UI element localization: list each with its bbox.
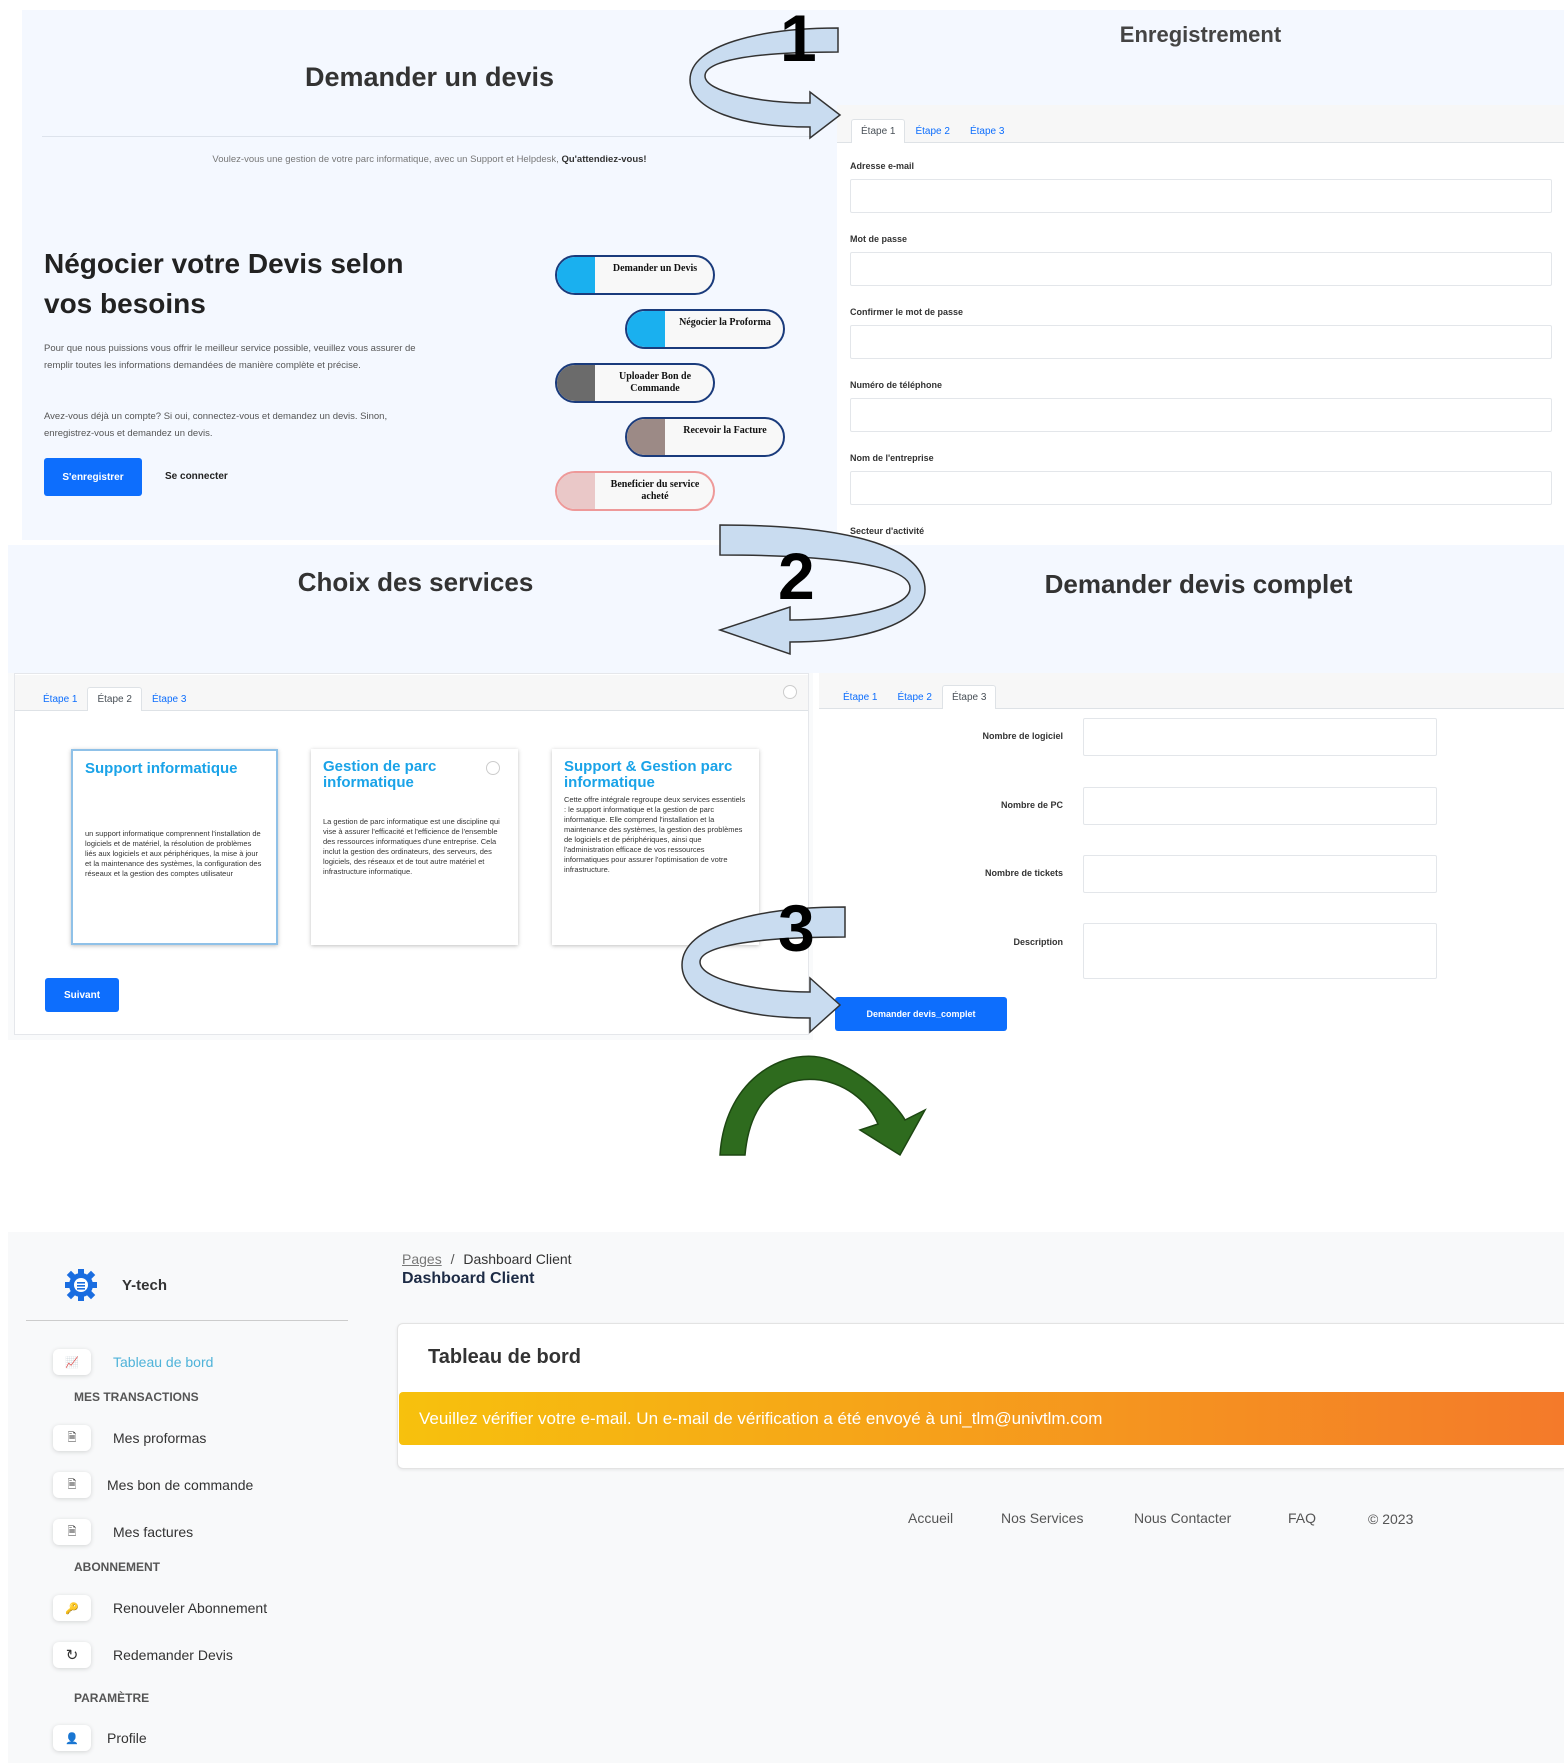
step-number-3: 3 [778, 891, 815, 965]
curved-arrow-icon [717, 524, 926, 656]
sidebar-item-label: Mes proformas [113, 1430, 207, 1446]
document-icon: 🗎 [53, 1425, 91, 1451]
green-arrow-icon [719, 1055, 927, 1157]
sidebar-section-transactions: MES TRANSACTIONS [74, 1390, 199, 1404]
breadcrumb-current: Dashboard Client [463, 1251, 572, 1267]
sidebar-item-bons[interactable]: 🗎 Mes bon de commande [53, 1472, 253, 1498]
sidebar-item-renouveler[interactable]: 🔑 Renouveler Abonnement [53, 1595, 267, 1621]
sidebar-item-label: Mes factures [113, 1524, 194, 1540]
document-icon: 🗎 [53, 1472, 91, 1498]
sidebar-item-label: Mes bon de commande [107, 1477, 254, 1493]
footer-link-services[interactable]: Nos Services [1001, 1510, 1083, 1526]
sidebar-item-profile[interactable]: 👤 Profile [53, 1725, 147, 1751]
gear-logo-icon [64, 1268, 98, 1302]
sidebar-item-proformas[interactable]: 🗎 Mes proformas [53, 1425, 206, 1451]
curved-arrow-icon [681, 906, 846, 1034]
verification-alert: Veuillez vérifier votre e-mail. Un e-mai… [399, 1392, 1564, 1445]
key-icon: 🔑 [53, 1595, 91, 1621]
sidebar-item-label: Profile [107, 1730, 147, 1746]
brand-name: Y-tech [122, 1276, 168, 1294]
brand[interactable]: Y-tech [64, 1268, 167, 1302]
sidebar-divider [26, 1320, 348, 1321]
footer-link-contact[interactable]: Nous Contacter [1134, 1510, 1231, 1526]
breadcrumb: Pages / Dashboard Client [402, 1251, 572, 1267]
sidebar-item-label: Tableau de bord [113, 1354, 214, 1370]
dashboard-screen: Y-tech 📈 Tableau de bord MES TRANSACTIONS… [8, 1232, 1564, 1763]
sidebar-section-parametre: PARAMÈTRE [74, 1691, 150, 1705]
sidebar-section-abonnement: ABONNEMENT [74, 1560, 160, 1574]
user-icon: 👤 [53, 1725, 91, 1751]
chart-icon: 📈 [53, 1349, 91, 1375]
invoice-icon: 🗎 [53, 1519, 91, 1545]
card-title: Tableau de bord [428, 1346, 581, 1368]
step-number-2: 2 [778, 539, 815, 613]
page-title: Dashboard Client [402, 1270, 535, 1287]
alert-text: Veuillez vérifier votre e-mail. Un e-mai… [419, 1408, 1103, 1428]
footer-copyright: © 2023 [1368, 1511, 1414, 1527]
breadcrumb-separator: / [450, 1251, 455, 1267]
footer-link-accueil[interactable]: Accueil [908, 1510, 953, 1526]
curved-arrow-icon [689, 27, 842, 140]
breadcrumb-link[interactable]: Pages [402, 1251, 442, 1267]
sidebar-item-label: Renouveler Abonnement [113, 1600, 268, 1616]
sidebar-item-factures[interactable]: 🗎 Mes factures [53, 1519, 193, 1545]
sidebar-item-dashboard[interactable]: 📈 Tableau de bord [53, 1349, 213, 1375]
sidebar-item-label: Redemander Devis [113, 1647, 233, 1663]
refresh-icon: ↻ [53, 1642, 91, 1668]
footer-link-faq[interactable]: FAQ [1288, 1510, 1316, 1526]
sidebar-item-redemander[interactable]: ↻ Redemander Devis [53, 1642, 233, 1668]
step-number-1: 1 [780, 1, 817, 75]
